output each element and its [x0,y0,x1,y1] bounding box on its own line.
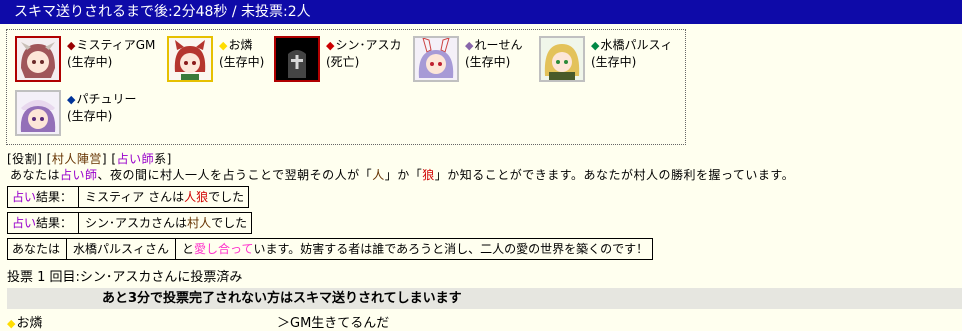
speaker-mark: ◆ [7,317,16,330]
player-name: パチュリー [76,92,137,106]
cell-divider [78,187,80,207]
player-status: (生存中) [67,109,113,123]
chat-speaker: お燐 [16,316,43,331]
lover-partner: 水橋パルスィさん [73,242,170,256]
vote-warning: あと3分で投票完了されない方はスキマ送りされてしまいます [7,288,962,309]
player-status: (生存中) [67,55,113,69]
lover-text: と愛し合っています。妨害する者は誰であろうと消し、二人の愛の世界を築くのです！ [182,242,649,256]
player-status: (死亡) [326,55,360,69]
role-name-label: 占い師 [116,152,155,166]
desc-text: 、夜の間に村人一人を占うことで翌朝その人が「 [97,168,373,182]
role-bracket-text: ] [ [101,152,117,166]
header-bar: スキマ送りされるまで後:2分48秒 / 未投票:2人 [0,0,962,24]
mystia-avatar-icon[interactable] [15,36,61,82]
role-description: あなたは占い師、夜の間に村人一人を占うことで翌朝その人が「人」か「狼」か知ること… [10,166,794,183]
player-info: ◆シン･アスカ (死亡) [326,37,401,70]
player-info: ◆れーせん (生存中) [465,37,522,70]
player-info: ◆パチュリー (生存中) [67,91,136,124]
gravestone-icon[interactable] [274,36,320,82]
player-status: (生存中) [219,55,265,69]
player-mark: ◆ [219,39,228,52]
cell-divider [78,213,80,233]
chat-message: ◆お燐 ＞GM生きてるんだ [7,312,962,331]
player-info: ◆ミスティアGM (生存中) [67,37,155,70]
player-card[interactable]: ◆れーせん (生存中) [411,34,539,86]
orin-avatar-icon[interactable] [167,36,213,82]
desc-role-label: 占い師 [60,168,98,182]
player-card[interactable]: ◆パチュリー (生存中) [13,88,141,140]
player-name: れーせん [474,38,523,52]
player-card[interactable]: ◆シン･アスカ (死亡) [272,34,401,86]
timer-status-text: スキマ送りされるまで後:2分48秒 / 未投票:2人 [14,4,311,20]
player-info: ◆お燐 (生存中) [219,37,264,70]
result-label: 占い結果： [12,190,73,204]
player-name: シン･アスカ [335,38,402,52]
desc-text: あなたは [10,168,61,182]
player-list: ◆ミスティアGM (生存中) ◆お燐 (生存中) ◆シン･アスカ (死亡) ◆れ… [6,29,686,145]
player-mark: ◆ [465,39,474,52]
camp-label: 村人陣営 [51,152,102,166]
patchouli-avatar-icon[interactable] [15,90,61,136]
role-bracket-text: [役割] [ [7,152,52,166]
chat-text: ＞GM生きてるんだ [277,316,390,331]
role-bracket-text: 系] [154,152,172,166]
result-text: ミスティア さんは人狼でした [85,190,245,204]
reisen-avatar-icon[interactable] [413,36,459,82]
player-mark: ◆ [67,93,76,106]
player-name: ミスティアGM [76,38,156,52]
vote-status: 投票 1 回目:シン･アスカさんに投票済み [7,270,243,285]
lover-notice: あなたは 水橋パルスィさん と愛し合っています。妨害する者は誰であろうと消し、二人の… [7,238,654,260]
player-status: (生存中) [591,55,637,69]
player-mark: ◆ [326,39,335,52]
player-card[interactable]: ◆ミスティアGM (生存中) [13,34,155,86]
role-summary: [役割] [村人陣営] [占い師系] [7,150,172,167]
player-name: 水橋パルスィ [600,38,673,52]
parsee-avatar-icon[interactable] [539,36,585,82]
player-card[interactable]: ◆水橋パルスィ (生存中) [537,34,672,86]
divination-result: 占い結果： ミスティア さんは人狼でした [7,186,250,208]
desc-text: 」か「 [384,168,423,182]
player-mark: ◆ [591,39,600,52]
lover-prefix: あなたは [12,242,61,256]
desc-text: 」か知ることができます。あなたが村人の勝利を握っています。 [434,168,795,182]
player-info: ◆水橋パルスィ (生存中) [591,37,672,70]
cell-divider [66,239,68,259]
player-mark: ◆ [67,39,76,52]
result-label: 占い結果： [12,216,73,230]
player-name: お燐 [228,38,253,52]
result-text: シン･アスカさんは村人でした [85,216,248,230]
desc-wolf-label: 狼 [422,168,435,182]
divination-result: 占い結果： シン･アスカさんは村人でした [7,212,253,234]
desc-human-label: 人 [372,168,385,182]
cell-divider [175,239,177,259]
player-status: (生存中) [465,55,511,69]
